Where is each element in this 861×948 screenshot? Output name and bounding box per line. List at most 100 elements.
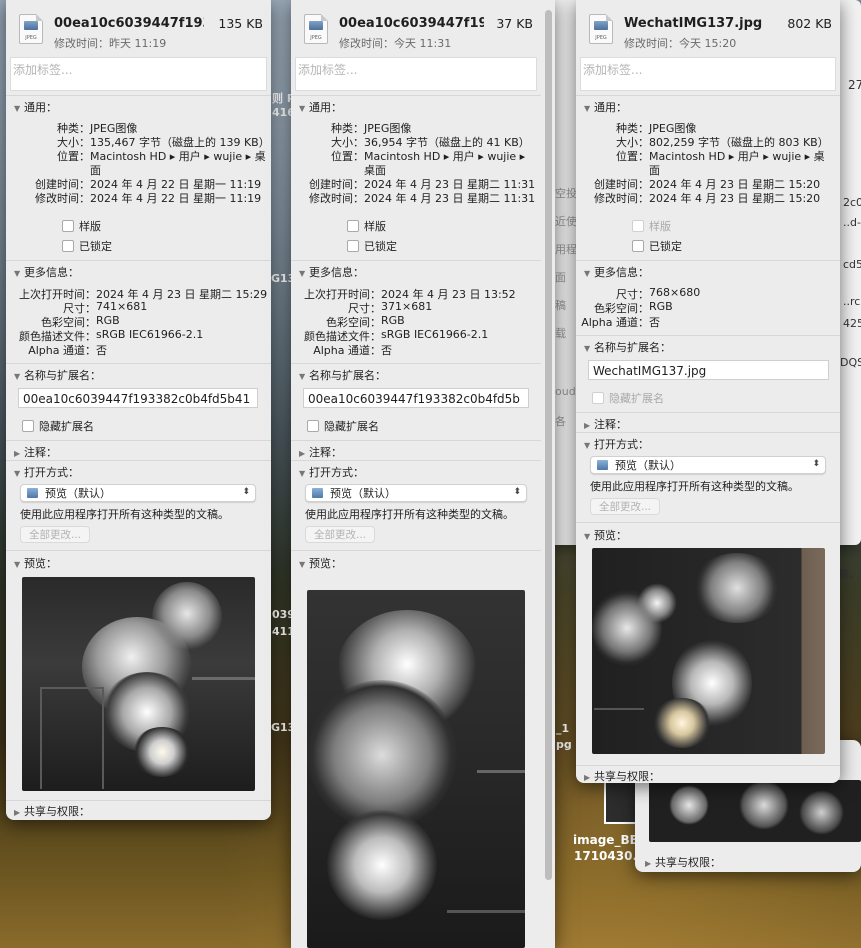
tags-input[interactable]: 添加标签... — [580, 57, 836, 91]
info-value: RGB — [649, 300, 673, 313]
stationery-checkbox[interactable]: 样版 — [62, 218, 101, 234]
locked-checkbox[interactable]: 已锁定 — [347, 238, 397, 254]
open-with-section-toggle[interactable]: ▼ 打开方式： — [14, 464, 79, 480]
change-all-button[interactable]: 全部更改... — [305, 526, 375, 543]
modified-summary: 修改时间：今天 15:20 — [624, 37, 737, 50]
open-with-section-toggle[interactable]: ▼ 打开方式： — [299, 464, 364, 480]
preview-app-icon — [312, 488, 323, 498]
vertical-scrollbar[interactable] — [545, 10, 552, 880]
share-permissions-section-toggle[interactable]: ▶ 共享与权限： — [14, 803, 90, 819]
preview-image — [649, 780, 861, 842]
info-value: 否 — [381, 344, 392, 357]
stationery-checkbox[interactable]: 样版 — [347, 218, 386, 234]
locked-checkbox[interactable]: 已锁定 — [632, 238, 682, 254]
general-section-toggle[interactable]: ▼ 通用： — [584, 99, 627, 115]
jpeg-file-icon: JPEG — [304, 14, 328, 44]
chevron-down-icon: ▼ — [584, 532, 591, 541]
open-with-select[interactable]: 预览（默认） ⬍ — [20, 484, 256, 502]
chevron-down-icon: ▼ — [299, 372, 306, 381]
chevron-down-icon: ▼ — [299, 104, 306, 113]
preview-app-icon — [597, 460, 608, 470]
info-label: 修改时间： — [35, 192, 90, 205]
name-ext-section-toggle[interactable]: ▼ 名称与扩展名： — [299, 367, 386, 383]
preview-section-toggle[interactable]: ▼ 预览： — [584, 527, 627, 543]
info-window-3: JPEG WechatIMG137.jpg 802 KB 修改时间：今天 15:… — [576, 0, 840, 783]
info-value: 2024 年 4 月 23 日 星期二 15:20 — [649, 192, 821, 205]
hide-extension-checkbox[interactable]: 隐藏扩展名 — [307, 418, 379, 434]
chevron-down-icon: ▼ — [584, 441, 591, 450]
comments-section-toggle[interactable]: ▶ 注释： — [14, 444, 57, 460]
change-all-button[interactable]: 全部更改... — [590, 498, 660, 515]
chevron-down-icon: ▼ — [14, 469, 21, 478]
name-ext-section-toggle[interactable]: ▼ 名称与扩展名： — [584, 339, 671, 355]
desktop-file-label: pg — [556, 738, 572, 751]
info-label: 位置： — [616, 150, 649, 163]
desktop-file-thumbnail[interactable] — [604, 780, 638, 824]
info-value: sRGB IEC61966-2.1 — [96, 328, 204, 341]
bg-text: 稿。 — [838, 568, 860, 581]
info-window-2: JPEG 00ea10c6039447f19... 37 KB 修改时间：今天 … — [291, 0, 555, 948]
info-label: 修改时间： — [309, 192, 364, 205]
open-with-help: 使用此应用程序打开所有这种类型的文稿。 — [590, 480, 799, 493]
chevron-down-icon: ▼ — [299, 469, 306, 478]
info-value: 768×680 — [649, 286, 701, 299]
file-name: 00ea10c6039447f19... — [339, 16, 484, 31]
share-permissions-section[interactable]: ▶ 共享与权限： — [645, 854, 721, 870]
more-info-section-toggle[interactable]: ▼ 更多信息： — [14, 264, 79, 280]
hide-extension-checkbox[interactable]: 隐藏扩展名 — [592, 390, 664, 406]
bg-text: 用程 — [555, 243, 577, 256]
desktop-file-label: _1 — [556, 722, 570, 735]
general-section-toggle[interactable]: ▼ 通用： — [14, 99, 57, 115]
comments-section-toggle[interactable]: ▶ 注释： — [299, 444, 342, 460]
preview-image — [22, 577, 255, 791]
info-value: Macintosh HD ▸ 用户 ▸ wujie ▸ 桌 — [649, 150, 825, 163]
file-name-field[interactable]: 00ea10c6039447f193382c0b4fd5b41 — [18, 388, 258, 408]
bg-text: 近使 — [555, 215, 577, 228]
open-with-select[interactable]: 预览（默认） ⬍ — [590, 456, 826, 474]
chevron-updown-icon: ⬍ — [812, 459, 820, 469]
change-all-button[interactable]: 全部更改... — [20, 526, 90, 543]
open-with-help: 使用此应用程序打开所有这种类型的文稿。 — [20, 508, 229, 521]
bg-text: 各 — [555, 415, 566, 428]
file-name-field[interactable]: 00ea10c6039447f193382c0b4fd5b — [303, 388, 529, 408]
chevron-down-icon: ▼ — [14, 560, 21, 569]
preview-section-toggle[interactable]: ▼ 预览： — [14, 555, 57, 571]
bg-text: 27 — [848, 78, 861, 92]
chevron-right-icon: ▶ — [584, 773, 591, 782]
chevron-right-icon: ▶ — [14, 449, 21, 458]
chevron-down-icon: ▼ — [14, 269, 21, 278]
chevron-down-icon: ▼ — [299, 269, 306, 278]
jpeg-file-icon: JPEG — [19, 14, 43, 44]
info-value: RGB — [381, 314, 405, 327]
desktop-file-label[interactable]: image_BB — [573, 833, 639, 847]
more-info-section-toggle[interactable]: ▼ 更多信息： — [299, 264, 364, 280]
name-ext-section-toggle[interactable]: ▼ 名称与扩展名： — [14, 367, 101, 383]
chevron-down-icon: ▼ — [584, 344, 591, 353]
info-window-1: JPEG 00ea10c6039447f193... 135 KB 修改时间：昨… — [6, 0, 271, 820]
info-value: 2024 年 4 月 22 日 星期一 11:19 — [90, 192, 262, 205]
window-header: JPEG 00ea10c6039447f19... 37 KB 修改时间：今天 … — [291, 0, 555, 52]
tags-input[interactable]: 添加标签... — [295, 57, 537, 91]
tags-input[interactable]: 添加标签... — [10, 57, 267, 91]
info-label: 修改时间： — [594, 192, 649, 205]
open-with-section-toggle[interactable]: ▼ 打开方式： — [584, 436, 649, 452]
file-size: 802 KB — [787, 16, 832, 31]
hide-extension-checkbox[interactable]: 隐藏扩展名 — [22, 418, 94, 434]
file-name-field[interactable]: WechatIMG137.jpg — [588, 360, 829, 380]
locked-checkbox[interactable]: 已锁定 — [62, 238, 112, 254]
share-permissions-section-toggle[interactable]: ▶ 共享与权限： — [584, 768, 660, 783]
comments-section-toggle[interactable]: ▶ 注释： — [584, 416, 627, 432]
stationery-checkbox[interactable]: 样版 — [632, 218, 671, 234]
file-name: WechatIMG137.jpg — [624, 16, 763, 31]
more-info-section-toggle[interactable]: ▼ 更多信息： — [584, 264, 649, 280]
info-value: Macintosh HD ▸ 用户 ▸ wujie ▸ — [364, 150, 526, 163]
general-section-toggle[interactable]: ▼ 通用： — [299, 99, 342, 115]
bg-text: cd5 — [843, 258, 861, 271]
info-value: 2024 年 4 月 23 日 星期二 11:31 — [364, 192, 536, 205]
file-size: 37 KB — [496, 16, 533, 31]
info-value: 否 — [649, 316, 660, 329]
bg-text: 425 — [843, 317, 861, 330]
open-with-select[interactable]: 预览（默认） ⬍ — [305, 484, 527, 502]
chevron-down-icon: ▼ — [14, 104, 21, 113]
preview-section-toggle[interactable]: ▼ 预览： — [299, 555, 342, 571]
